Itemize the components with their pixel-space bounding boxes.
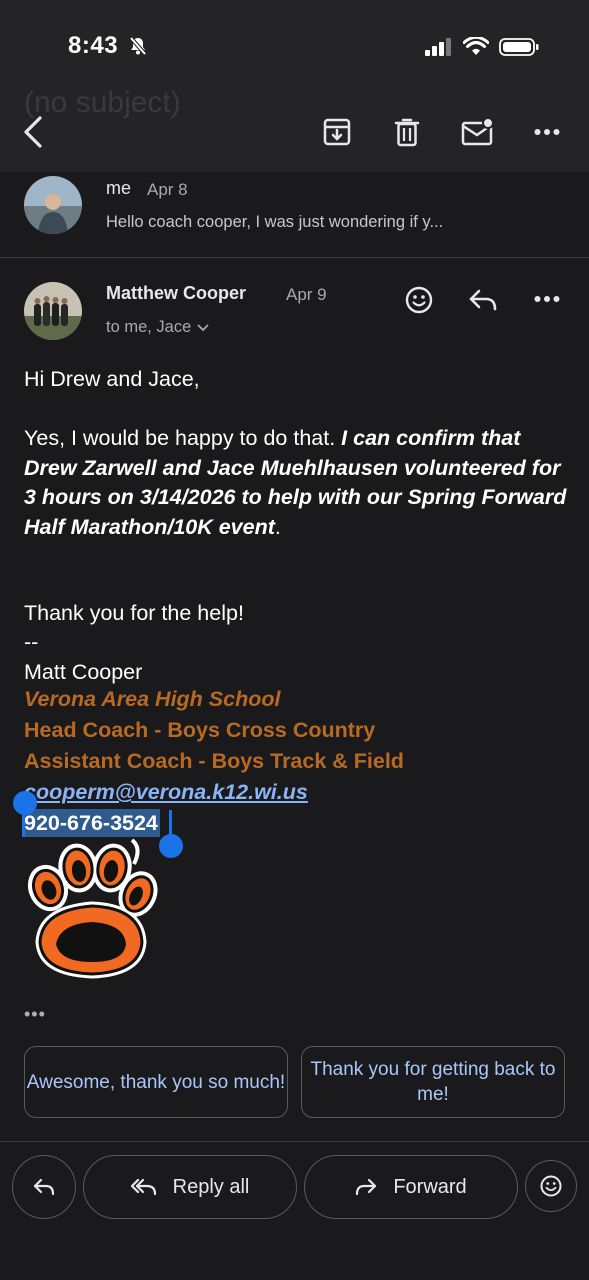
avatar — [24, 282, 82, 340]
smart-reply-label: Thank you for getting back to me! — [310, 1059, 556, 1105]
wifi-icon — [463, 37, 489, 55]
more-icon[interactable] — [530, 118, 564, 146]
selection-start-bar — [22, 805, 25, 837]
signature-separator: -- — [24, 630, 39, 654]
archive-icon[interactable] — [320, 115, 354, 149]
message-paragraph: Yes, I would be happy to do that. I can … — [24, 424, 569, 542]
more-icon[interactable] — [530, 286, 564, 312]
silent-bell-icon — [128, 36, 148, 56]
forward-button[interactable]: Forward — [304, 1155, 518, 1219]
smart-reply-chip[interactable]: Thank you for getting back to me! — [301, 1046, 565, 1118]
emoji-icon — [540, 1175, 562, 1197]
mark-unread-icon[interactable] — [460, 115, 496, 149]
cellular-icon — [425, 38, 451, 56]
divider — [0, 257, 589, 258]
recipients-label: to me, Jace — [106, 318, 192, 336]
show-trimmed-content[interactable]: ••• — [24, 1004, 46, 1025]
reply-icon — [33, 1178, 55, 1196]
avatar — [24, 176, 82, 234]
message-date: Apr 9 — [286, 285, 327, 304]
recipients-toggle[interactable]: to me, Jace — [106, 318, 209, 337]
trash-icon[interactable] — [390, 115, 424, 149]
signature-email-link[interactable]: cooperm@verona.k12.wi.us — [24, 780, 308, 805]
battery-icon — [499, 38, 539, 56]
emoji-react-button[interactable] — [525, 1160, 577, 1212]
signature-school: Verona Area High School — [24, 687, 281, 711]
chevron-down-icon — [197, 324, 209, 331]
thanks-text: Thank you for the help! — [24, 601, 244, 625]
paw-logo — [22, 838, 162, 982]
reply-button[interactable] — [12, 1155, 76, 1219]
paragraph-text: Yes, I would be happy to do that. — [24, 426, 342, 450]
reply-icon[interactable] — [466, 285, 500, 315]
greeting: Hi Drew and Jace, — [24, 367, 200, 391]
selection-start-handle[interactable] — [13, 791, 37, 815]
forward-label: Forward — [393, 1175, 467, 1198]
forward-icon — [356, 1178, 377, 1196]
signature-title: Head Coach - Boys Cross Country — [24, 718, 376, 742]
signature-name: Matt Cooper — [24, 660, 143, 684]
reply-all-button[interactable]: Reply all — [83, 1155, 297, 1219]
selection-end-handle[interactable] — [159, 834, 183, 858]
back-arrow-icon[interactable] — [18, 114, 48, 150]
smart-reply-label: Awesome, thank you so much! — [26, 1071, 286, 1093]
paragraph-end: . — [274, 514, 281, 539]
smart-reply-chip[interactable]: Awesome, thank you so much! — [24, 1046, 288, 1118]
reply-all-icon — [130, 1178, 156, 1196]
signature-title: Assistant Coach - Boys Track & Field — [24, 749, 404, 773]
reply-all-label: Reply all — [172, 1175, 250, 1198]
message-snippet: Hello coach cooper, I was just wondering… — [106, 213, 444, 231]
divider — [0, 1141, 589, 1142]
sender-name: Matthew Cooper — [106, 283, 247, 303]
status-icons — [425, 36, 539, 58]
emoji-icon[interactable] — [402, 283, 436, 317]
message-date: Apr 8 — [147, 180, 188, 199]
sender-name: me — [106, 178, 132, 198]
signature-phone-selected[interactable]: 920-676-3524 — [24, 809, 160, 837]
status-time: 8:43 — [68, 32, 119, 59]
